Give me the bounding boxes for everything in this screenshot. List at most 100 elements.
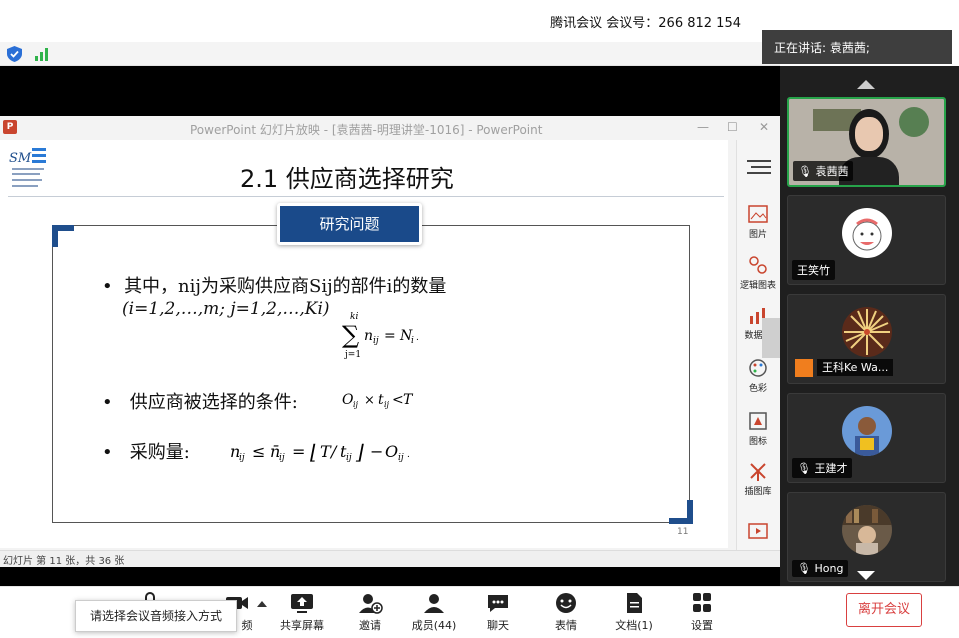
- chat-icon: [488, 595, 508, 612]
- svg-text:−: −: [370, 442, 383, 461]
- slide-page-number: 11: [677, 527, 689, 537]
- speaking-indicator: 正在讲话: 袁茜茜;: [762, 30, 952, 64]
- icons-icon: [749, 412, 767, 430]
- tool-picture-label: 图片: [748, 230, 767, 240]
- participant-tile[interactable]: 🎙 袁茜茜: [787, 97, 946, 187]
- shield-icon[interactable]: [7, 46, 22, 62]
- slide-divider: [8, 196, 724, 197]
- participant-tile[interactable]: 王笑竹: [787, 195, 946, 285]
- svg-text:i: i: [411, 336, 414, 346]
- bullet-3-text: 采购量:: [129, 442, 190, 463]
- members-button[interactable]: 成员(44): [404, 592, 464, 633]
- tool-icons[interactable]: 图标: [736, 410, 780, 447]
- svg-text:=: =: [292, 442, 305, 461]
- network-signal-icon[interactable]: [34, 47, 50, 61]
- bullet-2: • 供应商被选择的条件:: [102, 392, 298, 413]
- participant-name: 🎙 袁茜茜: [793, 161, 854, 181]
- members-label: 成员(44): [411, 619, 457, 632]
- maximize-icon[interactable]: ☐: [727, 120, 738, 134]
- powerpoint-logo-icon: P: [3, 120, 17, 134]
- settings-button[interactable]: 设置: [672, 592, 732, 633]
- tool-illustration[interactable]: 插图库: [736, 460, 780, 497]
- video-label: 频: [241, 619, 253, 632]
- participant-name: 🎙 王建才: [792, 458, 853, 478]
- svg-text:ij: ij: [384, 400, 390, 409]
- avatar: [842, 406, 892, 456]
- svg-text:=: =: [384, 328, 396, 344]
- bullet-2-text: 供应商被选择的条件:: [129, 392, 298, 413]
- participant-tile[interactable]: 王科Ke Wa...: [787, 294, 946, 384]
- svg-text:≤: ≤: [252, 442, 265, 461]
- share-screen-button[interactable]: 共享屏幕: [272, 592, 332, 633]
- windmill-icon: [750, 463, 766, 481]
- video-options-icon[interactable]: [257, 601, 267, 607]
- bullet-3: • 采购量:: [102, 442, 190, 463]
- bullet-1: • 其中，nij为采购供应商Sij的部件i的数量: [102, 276, 447, 297]
- ppt-window-title: PowerPoint 幻灯片放映 - [袁茜茜-明理讲堂-1016] - Pow…: [190, 123, 543, 137]
- svg-text:∑: ∑: [342, 321, 359, 349]
- documents-button[interactable]: 文档(1): [604, 592, 664, 633]
- school-logo-icon: SM: [9, 148, 46, 187]
- audio-tooltip: 请选择会议音频接入方式: [75, 600, 237, 632]
- svg-text:j=1: j=1: [344, 350, 361, 360]
- section-pill: 研究问题: [277, 203, 422, 245]
- tool-illustration-label: 插图库: [744, 487, 772, 497]
- invite-button[interactable]: 邀请: [340, 592, 400, 633]
- quantity-formula: n ij ≤ n̄ ij = ⌊ T / t ij ⌋ − O ij .: [230, 440, 410, 464]
- condition-formula: O ij × t ij < T: [342, 392, 414, 409]
- invite-icon: [359, 594, 383, 614]
- collapse-handle[interactable]: [762, 318, 780, 358]
- svg-text:×: ×: [364, 393, 375, 408]
- chat-button[interactable]: 聊天: [468, 592, 528, 633]
- share-screen-label: 共享屏幕: [280, 619, 324, 632]
- svg-text:n: n: [364, 328, 373, 344]
- picture-icon: [748, 205, 768, 223]
- share-screen-icon: [291, 594, 313, 613]
- avatar: [842, 307, 892, 357]
- tool-logic-chart[interactable]: 逻辑图表: [736, 254, 780, 291]
- svg-text:ij: ij: [398, 453, 404, 463]
- settings-label: 设置: [691, 619, 713, 632]
- settings-grid-icon: [693, 593, 711, 612]
- svg-text:ij: ij: [346, 453, 352, 463]
- palette-icon: [749, 359, 767, 377]
- participant-name: 🎙 Hong: [792, 560, 849, 577]
- menu-icon[interactable]: [747, 158, 771, 176]
- bullet-1-text: 其中，nij为采购供应商Sij的部件i的数量: [124, 276, 447, 297]
- user-icon: [795, 359, 813, 377]
- members-icon: [424, 594, 444, 613]
- minimize-icon[interactable]: —: [697, 120, 709, 134]
- avatar: [842, 208, 892, 258]
- frame-corner: [669, 500, 693, 524]
- sum-formula: ki ∑ j=1 n ij = N i .: [342, 312, 419, 360]
- svg-text:.: .: [407, 450, 410, 460]
- tool-color[interactable]: 色彩: [736, 357, 780, 394]
- reaction-button[interactable]: 表情: [536, 592, 596, 633]
- leave-meeting-button[interactable]: 离开会议: [846, 593, 922, 627]
- svg-text:/: /: [329, 442, 338, 461]
- content-frame: [52, 225, 690, 523]
- slide-heading: 2.1 供应商选择研究: [240, 165, 454, 193]
- scroll-down-icon[interactable]: [857, 571, 875, 580]
- tool-logic-chart-label: 逻辑图表: [739, 281, 776, 291]
- invite-label: 邀请: [359, 619, 381, 632]
- document-icon: [627, 593, 642, 613]
- svg-text:ij: ij: [239, 453, 245, 463]
- participant-tile[interactable]: 🎙 Hong: [787, 492, 946, 582]
- close-icon[interactable]: ✕: [759, 120, 769, 134]
- slideshow-icon[interactable]: [747, 520, 769, 542]
- svg-text:.: .: [416, 333, 419, 343]
- svg-text:ij: ij: [279, 453, 285, 463]
- scroll-up-icon[interactable]: [857, 80, 875, 89]
- meeting-id: 腾讯会议 会议号：266 812 154: [550, 16, 741, 31]
- svg-text:ij: ij: [373, 336, 379, 346]
- status-icon-row: [0, 42, 780, 66]
- frame-corner: [52, 225, 74, 247]
- participant-tile[interactable]: 🎙 王建才: [787, 393, 946, 483]
- svg-text:<: <: [392, 392, 404, 408]
- reaction-label: 表情: [555, 619, 577, 632]
- participant-name: 王笑竹: [792, 260, 835, 280]
- tool-picture[interactable]: 图片: [736, 203, 780, 240]
- ppt-status-bar: 幻灯片 第 11 张，共 36 张: [0, 550, 780, 567]
- bullet-1-indices: (i=1,2,…,m; j=1,2,…,Ki): [122, 299, 330, 319]
